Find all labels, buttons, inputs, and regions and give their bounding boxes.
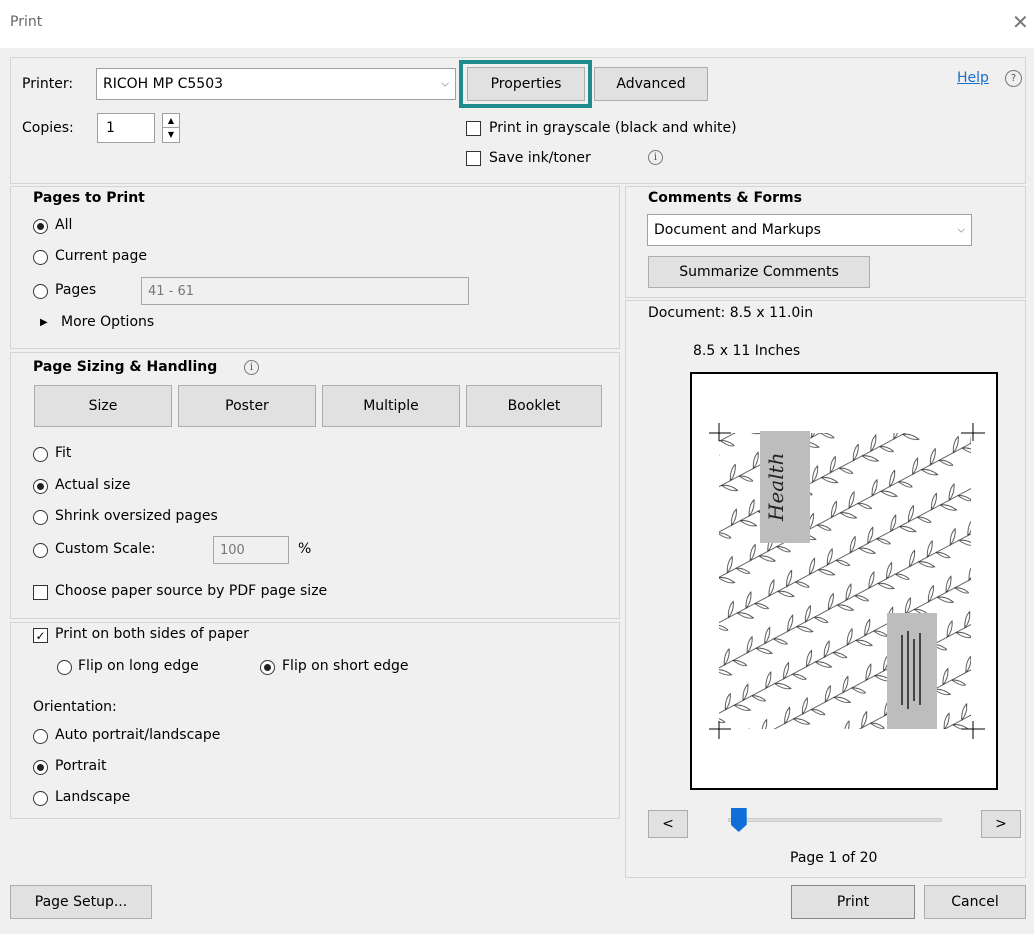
print-button[interactable]: Print (791, 885, 915, 919)
grayscale-label[interactable]: Print in grayscale (black and white) (489, 120, 737, 136)
short-edge-label[interactable]: Flip on short edge (282, 658, 409, 674)
poster-button[interactable]: Poster (178, 385, 316, 427)
size-button[interactable]: Size (34, 385, 172, 427)
save-ink-checkbox[interactable] (466, 151, 481, 166)
leaf-pattern-image (709, 423, 985, 739)
portrait-label[interactable]: Portrait (55, 758, 106, 774)
info-icon: i (244, 360, 259, 375)
booklet-button[interactable]: Booklet (466, 385, 602, 427)
summarize-comments-button[interactable]: Summarize Comments (648, 256, 870, 288)
portrait-radio[interactable] (33, 760, 48, 775)
auto-orientation-label[interactable]: Auto portrait/landscape (55, 727, 220, 743)
page-preview: Health (690, 372, 998, 790)
triangle-right-icon[interactable]: ▶ (40, 317, 48, 328)
pages-to-print-heading: Pages to Print (33, 190, 145, 206)
both-sides-label[interactable]: Print on both sides of paper (55, 626, 249, 642)
paper-size-label: 8.5 x 11 Inches (693, 343, 801, 359)
pages-radio[interactable] (33, 284, 48, 299)
pages-range-input[interactable]: 41 - 61 (141, 277, 469, 305)
all-label[interactable]: All (55, 217, 72, 233)
stepper-up-icon[interactable]: ▲ (163, 114, 179, 128)
long-edge-radio[interactable] (57, 660, 72, 675)
advanced-button[interactable]: Advanced (594, 67, 708, 101)
custom-scale-label[interactable]: Custom Scale: (55, 541, 155, 557)
properties-button[interactable]: Properties (467, 67, 585, 101)
comments-forms-value: Document and Markups (654, 222, 821, 238)
stepper-down-icon[interactable]: ▼ (163, 128, 179, 142)
info-icon: i (648, 150, 663, 165)
shrink-label[interactable]: Shrink oversized pages (55, 508, 218, 524)
current-page-radio[interactable] (33, 250, 48, 265)
cancel-button[interactable]: Cancel (924, 885, 1026, 919)
page-indicator: Page 1 of 20 (790, 850, 878, 866)
landscape-radio[interactable] (33, 791, 48, 806)
health-text: Health (764, 452, 788, 521)
copies-label: Copies: (22, 120, 74, 136)
orientation-label: Orientation: (33, 699, 117, 715)
long-edge-label[interactable]: Flip on long edge (78, 658, 199, 674)
page-sizing-heading: Page Sizing & Handling (33, 359, 218, 375)
multiple-button[interactable]: Multiple (322, 385, 460, 427)
save-ink-label[interactable]: Save ink/toner (489, 150, 591, 166)
page-sheet: Health (701, 383, 987, 779)
previous-page-button[interactable]: < (648, 810, 688, 838)
printer-select[interactable]: RICOH MP C5503 ⌵ (96, 68, 456, 100)
all-radio[interactable] (33, 219, 48, 234)
printer-label: Printer: (22, 76, 74, 92)
paper-source-checkbox[interactable] (33, 585, 48, 600)
actual-size-radio[interactable] (33, 479, 48, 494)
document-size-label: Document: 8.5 x 11.0in (648, 305, 814, 321)
auto-orientation-radio[interactable] (33, 729, 48, 744)
printer-value: RICOH MP C5503 (103, 76, 224, 92)
paper-source-label[interactable]: Choose paper source by PDF page size (55, 583, 327, 599)
copies-input[interactable]: 1 (97, 113, 155, 143)
help-link[interactable]: Help (957, 70, 989, 86)
chevron-down-icon: ⌵ (957, 224, 965, 236)
fit-radio[interactable] (33, 447, 48, 462)
custom-scale-radio[interactable] (33, 543, 48, 558)
comments-forms-heading: Comments & Forms (648, 190, 802, 206)
more-options-label[interactable]: More Options (61, 314, 154, 330)
grayscale-checkbox[interactable] (466, 121, 481, 136)
short-edge-radio[interactable] (260, 660, 275, 675)
shrink-radio[interactable] (33, 510, 48, 525)
both-sides-checkbox[interactable]: ✓ (33, 628, 48, 643)
custom-scale-input[interactable]: 100 (213, 536, 289, 564)
window-title: Print (10, 14, 43, 30)
title-bar (0, 0, 1034, 48)
next-page-button[interactable]: > (981, 810, 1021, 838)
chevron-down-icon: ⌵ (441, 78, 449, 90)
current-page-label[interactable]: Current page (55, 248, 147, 264)
close-icon[interactable]: ✕ (1012, 10, 1029, 34)
page-slider-track[interactable] (728, 818, 942, 822)
pages-label[interactable]: Pages (55, 282, 96, 298)
copies-stepper[interactable]: ▲ ▼ (162, 113, 180, 143)
fit-label[interactable]: Fit (55, 445, 71, 461)
comments-forms-select[interactable]: Document and Markups ⌵ (647, 214, 972, 246)
actual-size-label[interactable]: Actual size (55, 477, 130, 493)
page-setup-button[interactable]: Page Setup... (10, 885, 152, 919)
percent-label: % (298, 541, 312, 557)
help-icon[interactable]: ? (1005, 70, 1022, 87)
landscape-label[interactable]: Landscape (55, 789, 130, 805)
